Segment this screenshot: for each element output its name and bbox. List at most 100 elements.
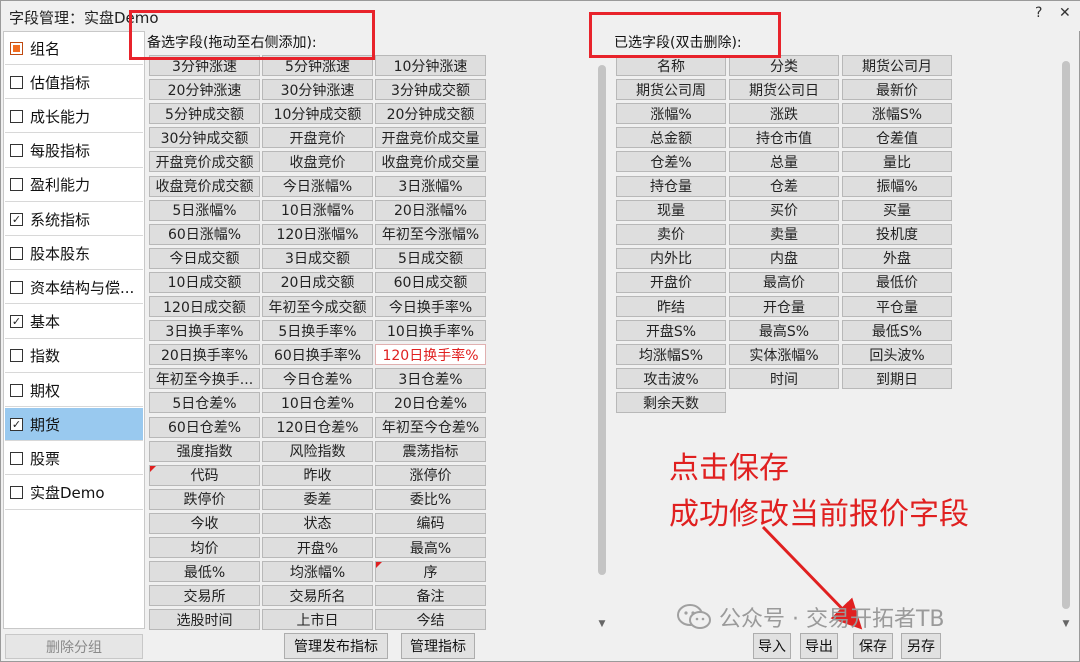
selected-scrollbar-thumb[interactable] [1062, 61, 1070, 609]
group-item[interactable]: 资本结构与偿... [5, 271, 143, 305]
group-checkbox[interactable] [10, 417, 23, 431]
candidate-field[interactable]: 3日换手率% [149, 320, 260, 342]
group-item[interactable]: 系统指标 [5, 203, 143, 236]
group-checkbox[interactable] [10, 246, 23, 260]
candidate-field[interactable]: 10分钟成交额 [262, 103, 373, 125]
group-checkbox[interactable] [10, 109, 23, 123]
group-item[interactable]: 盈利能力 [5, 169, 143, 202]
candidate-field[interactable]: 20日换手率% [149, 344, 260, 366]
candidate-field[interactable]: 收盘竞价成交量 [375, 151, 486, 173]
selected-field[interactable]: 平仓量 [842, 296, 952, 317]
candidate-field[interactable]: 开盘竞价成交额 [149, 151, 260, 173]
selected-field[interactable]: 期货公司日 [729, 79, 839, 101]
selected-field[interactable]: 持仓量 [616, 175, 726, 197]
candidate-field[interactable]: 开盘竞价成交量 [375, 127, 486, 149]
selected-field[interactable]: 总金额 [616, 127, 726, 149]
candidate-field[interactable]: 年初至今仓差% [375, 416, 486, 438]
group-checkbox[interactable] [10, 315, 23, 329]
candidate-field[interactable]: 10分钟涨速 [375, 55, 486, 76]
candidate-field[interactable]: 收盘竞价成交额 [149, 175, 260, 197]
candidate-field[interactable]: 3日成交额 [262, 247, 373, 269]
candidate-field[interactable]: 委差 [262, 488, 373, 510]
candidate-field[interactable]: 60日涨幅% [149, 223, 260, 245]
candidate-field[interactable]: 年初至今涨幅% [375, 223, 486, 245]
selected-field[interactable]: 最新价 [842, 79, 952, 101]
candidate-field[interactable]: 20分钟成交额 [375, 103, 486, 125]
group-item[interactable]: 期权 [5, 374, 143, 407]
group-item[interactable]: 每股指标 [5, 135, 143, 168]
selected-field[interactable]: 最低价 [842, 271, 952, 293]
delete-group-button[interactable]: 删除分组 [5, 634, 143, 659]
selected-field[interactable]: 买量 [842, 199, 952, 221]
import-button[interactable]: 导入 [753, 633, 791, 659]
group-checkbox[interactable] [10, 212, 23, 226]
select-all-checkbox[interactable] [10, 41, 23, 55]
candidate-field[interactable]: 风险指数 [262, 440, 373, 462]
candidate-field[interactable]: 今日成交额 [149, 247, 260, 269]
candidate-field[interactable]: 20日仓差% [375, 392, 486, 414]
selected-field[interactable]: 投机度 [842, 223, 952, 245]
selected-field[interactable]: 现量 [616, 199, 726, 221]
candidate-field[interactable]: 30分钟成交额 [149, 127, 260, 149]
candidate-scrollbar[interactable]: ▼ [595, 53, 609, 633]
candidate-field[interactable]: 3日仓差% [375, 368, 486, 390]
scroll-down-arrow-icon[interactable]: ▼ [1059, 619, 1073, 629]
candidate-field[interactable]: 120日涨幅% [262, 223, 373, 245]
candidate-field[interactable]: 震荡指标 [375, 440, 486, 462]
candidate-field[interactable]: 3分钟成交额 [375, 79, 486, 101]
close-button[interactable]: ✕ [1059, 5, 1071, 21]
selected-field[interactable]: 卖价 [616, 223, 726, 245]
selected-field[interactable]: 回头波% [842, 344, 952, 366]
selected-field[interactable]: 涨幅% [616, 103, 726, 125]
selected-field[interactable]: 期货公司月 [842, 55, 952, 76]
candidate-field[interactable]: 3日涨幅% [375, 175, 486, 197]
selected-field[interactable]: 到期日 [842, 368, 952, 390]
selected-field[interactable]: 剩余天数 [616, 392, 726, 414]
group-item[interactable]: 估值指标 [5, 66, 143, 100]
candidate-field[interactable]: 年初至今成交额 [262, 296, 373, 317]
selected-field[interactable]: 昨结 [616, 296, 726, 317]
selected-field[interactable]: 仓差值 [842, 127, 952, 149]
candidate-field[interactable]: 编码 [375, 512, 486, 534]
candidate-field[interactable]: 30分钟涨速 [262, 79, 373, 101]
help-button[interactable]: ? [1035, 5, 1042, 21]
candidate-field[interactable]: 年初至今换手... [149, 368, 260, 390]
manage-publish-indicators-button[interactable]: 管理发布指标 [284, 633, 388, 659]
candidate-field[interactable]: 交易所 [149, 585, 260, 607]
selected-field[interactable]: 仓差 [729, 175, 839, 197]
candidate-field[interactable]: 收盘竞价 [262, 151, 373, 173]
candidate-field[interactable]: 60日换手率% [262, 344, 373, 366]
candidate-field[interactable]: 跌停价 [149, 488, 260, 510]
group-checkbox[interactable] [10, 144, 23, 158]
candidate-field[interactable]: 120日成交额 [149, 296, 260, 317]
candidate-field[interactable]: 10日仓差% [262, 392, 373, 414]
candidate-field[interactable]: 5日换手率% [262, 320, 373, 342]
candidate-field[interactable]: 60日仓差% [149, 416, 260, 438]
selected-field[interactable]: 期货公司周 [616, 79, 726, 101]
selected-field[interactable]: 内盘 [729, 247, 839, 269]
save-button[interactable]: 保存 [853, 633, 893, 659]
candidate-field[interactable]: 20分钟涨速 [149, 79, 260, 101]
candidate-field[interactable]: 今结 [375, 609, 486, 631]
selected-field[interactable]: 最高价 [729, 271, 839, 293]
candidate-field[interactable]: 状态 [262, 512, 373, 534]
selected-field[interactable]: 涨跌 [729, 103, 839, 125]
selected-field[interactable]: 振幅% [842, 175, 952, 197]
group-checkbox[interactable] [10, 178, 23, 192]
group-checkbox[interactable] [10, 75, 23, 89]
export-button[interactable]: 导出 [800, 633, 838, 659]
group-item[interactable]: 期货 [5, 408, 143, 442]
candidate-field[interactable]: 5日成交额 [375, 247, 486, 269]
selected-field[interactable]: 持仓市值 [729, 127, 839, 149]
candidate-field[interactable]: 20日涨幅% [375, 199, 486, 221]
selected-field[interactable]: 总量 [729, 151, 839, 173]
candidate-field[interactable]: 强度指数 [149, 440, 260, 462]
candidate-field[interactable]: 5日涨幅% [149, 199, 260, 221]
candidate-field[interactable]: 10日涨幅% [262, 199, 373, 221]
selected-field[interactable]: 外盘 [842, 247, 952, 269]
candidate-field[interactable]: 今收 [149, 512, 260, 534]
selected-field[interactable]: 最高S% [729, 320, 839, 342]
candidate-field[interactable]: 开盘竞价 [262, 127, 373, 149]
candidate-field[interactable]: 序 [375, 561, 486, 583]
selected-scrollbar[interactable]: ▼ [1059, 53, 1073, 633]
